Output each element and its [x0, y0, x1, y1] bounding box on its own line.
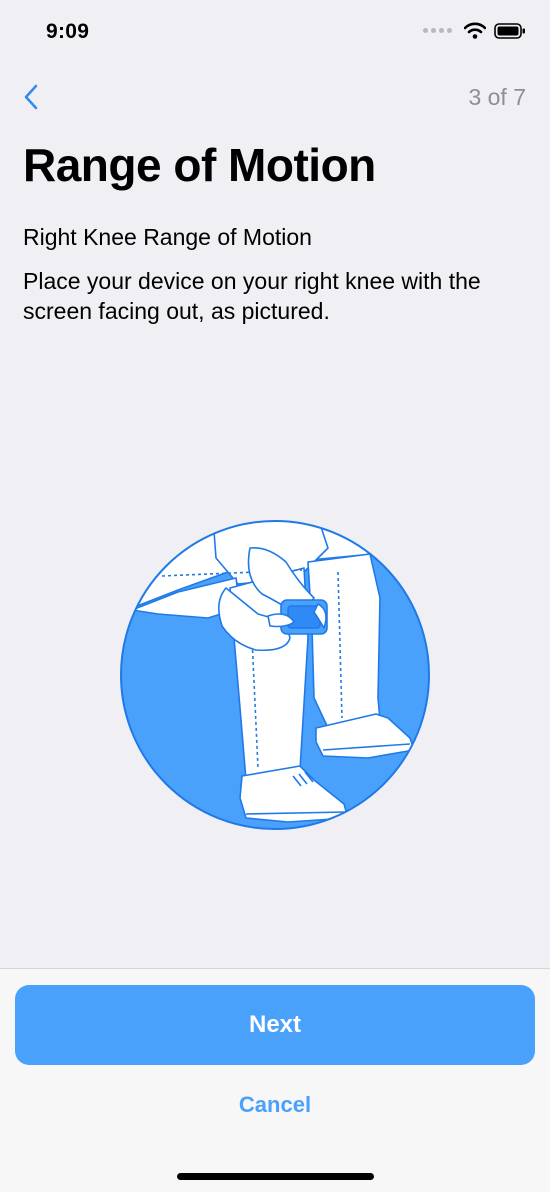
cancel-button[interactable]: Cancel: [175, 1085, 375, 1125]
bottom-action-panel: Next Cancel: [0, 968, 550, 1192]
signal-dots-icon: [423, 28, 452, 33]
status-time: 9:09: [46, 20, 90, 43]
home-indicator[interactable]: [177, 1173, 374, 1180]
next-button[interactable]: Next: [15, 985, 535, 1065]
back-button[interactable]: [18, 80, 48, 116]
navigation-bar: 3 of 7: [0, 70, 550, 126]
battery-icon: [494, 22, 525, 39]
person-holding-phone-on-knee-illustration: [120, 520, 430, 830]
step-subtitle: Right Knee Range of Motion: [23, 224, 312, 250]
knee-illustration: [118, 518, 432, 832]
status-icons: [423, 22, 526, 39]
page-title: Range of Motion: [23, 139, 376, 191]
status-bar: 9:09: [0, 0, 550, 70]
step-counter: 3 of 7: [468, 84, 526, 110]
wifi-icon: [464, 22, 486, 39]
chevron-left-icon: [24, 84, 38, 110]
instruction-text: Place your device on your right knee wit…: [23, 268, 481, 324]
